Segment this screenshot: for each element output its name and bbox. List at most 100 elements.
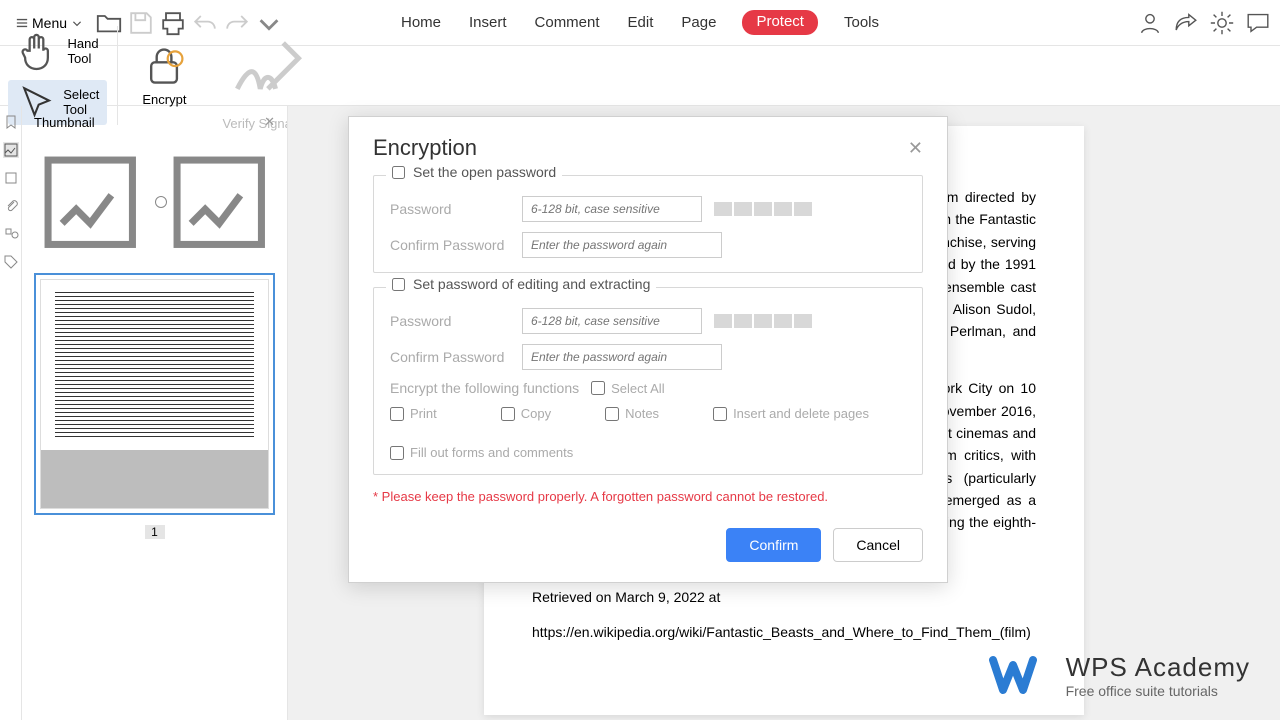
password-label: Password	[390, 201, 510, 217]
hand-icon	[16, 28, 62, 74]
notes-checkbox[interactable]	[605, 407, 619, 421]
image-icon	[3, 142, 19, 158]
shapes-rail-icon[interactable]	[3, 226, 19, 242]
tab-page[interactable]: Page	[679, 10, 718, 35]
open-password-strength	[714, 202, 812, 216]
thumbnail-close[interactable]: ✕	[264, 114, 275, 130]
thumbnail-page-number: 1	[145, 525, 165, 539]
edit-password-row: Password	[390, 308, 906, 334]
wps-logo-icon	[988, 650, 1048, 700]
print-check[interactable]: Print	[390, 406, 437, 421]
strength-box	[794, 314, 812, 328]
open-password-checkbox[interactable]	[392, 166, 405, 179]
layers-rail-icon[interactable]	[3, 170, 19, 186]
settings-button[interactable]	[1208, 9, 1236, 37]
user-icon	[1136, 9, 1164, 37]
encrypt-functions-row: Encrypt the following functions Select A…	[390, 380, 906, 396]
strength-box	[754, 202, 772, 216]
tab-home[interactable]: Home	[399, 10, 443, 35]
edit-confirm-input[interactable]	[522, 344, 722, 370]
fill-forms-label: Fill out forms and comments	[410, 445, 573, 460]
wps-watermark: WPS Academy Free office suite tutorials	[988, 650, 1250, 700]
copy-label: Copy	[521, 406, 551, 421]
slider-thumb[interactable]	[155, 196, 167, 208]
confirm-button[interactable]: Confirm	[726, 528, 821, 562]
tag-rail-icon[interactable]	[3, 254, 19, 270]
edit-password-label: Set password of editing and extracting	[413, 276, 650, 292]
fill-forms-check[interactable]: Fill out forms and comments	[390, 445, 906, 460]
insert-delete-label: Insert and delete pages	[733, 406, 869, 421]
strength-box	[734, 314, 752, 328]
signature-icon	[222, 20, 314, 112]
thumbnail-zoom-slider[interactable]	[34, 140, 275, 273]
select-all-checkbox[interactable]	[591, 381, 605, 395]
fill-forms-checkbox[interactable]	[390, 446, 404, 460]
print-icon	[159, 9, 187, 37]
edit-password-strength	[714, 314, 812, 328]
edit-password-input[interactable]	[522, 308, 702, 334]
feedback-button[interactable]	[1244, 9, 1272, 37]
print-button[interactable]	[159, 9, 187, 37]
open-password-row: Password	[390, 196, 906, 222]
thumbnail-header: Thumbnail ✕	[34, 114, 275, 140]
save-icon	[127, 9, 155, 37]
hand-tool[interactable]: Hand Tool	[8, 26, 107, 76]
dialog-body: Set the open password Password Confirm P…	[349, 175, 947, 582]
zoom-in-icon	[163, 146, 276, 259]
open-password-input[interactable]	[522, 196, 702, 222]
hand-tool-label: Hand Tool	[68, 36, 100, 66]
tab-tools[interactable]: Tools	[842, 10, 881, 35]
thumbnail-preview	[40, 279, 269, 509]
chat-icon	[1244, 9, 1272, 37]
strength-box	[714, 314, 732, 328]
tab-comment[interactable]: Comment	[533, 10, 602, 35]
notes-check[interactable]: Notes	[605, 406, 659, 421]
print-label: Print	[410, 406, 437, 421]
confirm-password-label-2: Confirm Password	[390, 349, 510, 365]
edit-password-checkbox[interactable]	[392, 278, 405, 291]
thumbnail-footer-preview	[41, 450, 268, 508]
select-all-label: Select All	[611, 381, 664, 396]
dialog-footer: Confirm Cancel	[373, 504, 923, 562]
bookmark-rail-icon[interactable]	[3, 114, 19, 130]
strength-box	[754, 314, 772, 328]
password-warning: * Please keep the password properly. A f…	[373, 489, 923, 504]
lock-icon	[142, 44, 186, 88]
zoom-out-icon	[34, 146, 147, 259]
strength-box	[774, 314, 792, 328]
thumbnail-rail-icon[interactable]	[3, 142, 19, 158]
user-button[interactable]	[1136, 9, 1164, 37]
thumbnail-text-preview	[55, 292, 254, 438]
dialog-close-button[interactable]: ✕	[908, 138, 923, 159]
copy-checkbox[interactable]	[501, 407, 515, 421]
confirm-password-label: Confirm Password	[390, 237, 510, 253]
paperclip-icon	[3, 198, 19, 214]
share-button[interactable]	[1172, 9, 1200, 37]
copy-check[interactable]: Copy	[501, 406, 551, 421]
watermark-title: WPS Academy	[1066, 652, 1250, 683]
tab-protect[interactable]: Protect	[742, 10, 818, 35]
tab-edit[interactable]: Edit	[626, 10, 656, 35]
print-checkbox[interactable]	[390, 407, 404, 421]
insert-delete-check[interactable]: Insert and delete pages	[713, 406, 869, 421]
edit-password-legend: Set password of editing and extracting	[386, 276, 656, 292]
thumbnail-title: Thumbnail	[34, 115, 95, 130]
save-button[interactable]	[127, 9, 155, 37]
open-password-fieldset: Set the open password Password Confirm P…	[373, 175, 923, 273]
select-all-check[interactable]: Select All	[591, 381, 664, 396]
watermark-subtitle: Free office suite tutorials	[1066, 683, 1250, 699]
tab-insert[interactable]: Insert	[467, 10, 509, 35]
encrypt-button[interactable]: Encrypt	[130, 40, 198, 111]
cancel-button[interactable]: Cancel	[833, 528, 923, 562]
gear-icon	[1208, 9, 1236, 37]
thumbnail-panel: Thumbnail ✕ 1	[22, 106, 288, 720]
strength-box	[714, 202, 732, 216]
topbar-right	[1136, 9, 1272, 37]
insert-delete-checkbox[interactable]	[713, 407, 727, 421]
function-checkboxes: Print Copy Notes Insert and delete pages…	[390, 406, 906, 460]
open-confirm-input[interactable]	[522, 232, 722, 258]
thumbnail-page-1[interactable]	[34, 273, 275, 515]
strength-box	[774, 202, 792, 216]
encrypt-functions-label: Encrypt the following functions	[390, 380, 579, 396]
attachment-rail-icon[interactable]	[3, 198, 19, 214]
